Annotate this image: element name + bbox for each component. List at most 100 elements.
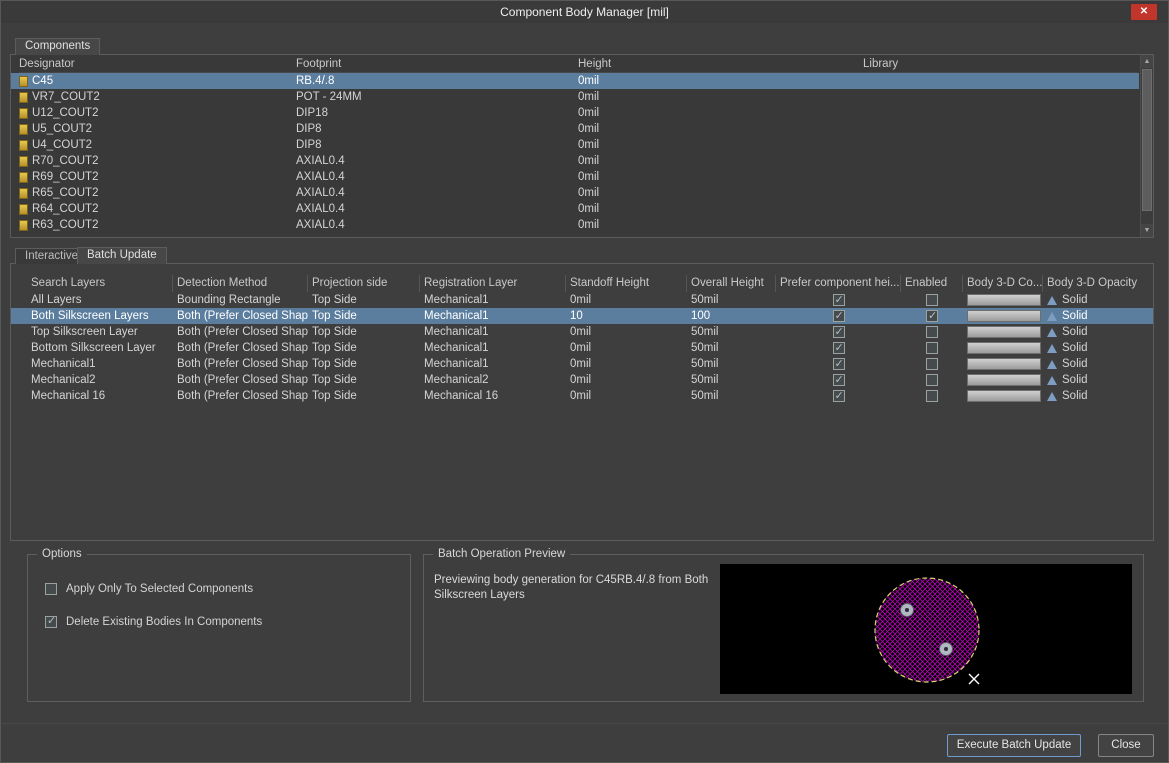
library-cell: [863, 121, 1139, 137]
designator-cell: C45: [19, 73, 296, 89]
prefer-height-cell: [776, 292, 901, 308]
overall-height-cell: 50mil: [687, 356, 776, 372]
components-panel: DesignatorFootprintHeightLibrary C45 RB.4…: [10, 54, 1154, 238]
component-row[interactable]: C45RB.4/.80mil: [11, 73, 1139, 89]
column-header[interactable]: Height: [578, 55, 863, 73]
component-row[interactable]: R63_COUT2AXIAL0.40mil: [11, 217, 1139, 233]
prefer-height-checkbox[interactable]: [833, 390, 845, 402]
opacity-value: Solid: [1062, 372, 1088, 388]
column-header[interactable]: Body 3-D Opacity: [1043, 275, 1145, 292]
column-header[interactable]: Registration Layer: [420, 275, 566, 292]
opacity-value: Solid: [1062, 308, 1088, 324]
enabled-checkbox[interactable]: [926, 342, 938, 354]
enabled-checkbox[interactable]: [926, 326, 938, 338]
footprint-cell: POT - 24MM: [296, 89, 578, 105]
prefer-height-checkbox[interactable]: [833, 294, 845, 306]
execute-batch-update-button[interactable]: Execute Batch Update: [947, 734, 1081, 757]
component-row[interactable]: R65_COUT2AXIAL0.40mil: [11, 185, 1139, 201]
batch-row[interactable]: Top Silkscreen LayerBoth (Prefer Closed …: [11, 324, 1153, 340]
column-header[interactable]: Enabled: [901, 275, 963, 292]
column-header[interactable]: Overall Height: [687, 275, 776, 292]
component-row[interactable]: R70_COUT2AXIAL0.40mil: [11, 153, 1139, 169]
body-opacity-cell[interactable]: Solid: [1043, 292, 1153, 308]
component-row[interactable]: R69_COUT2AXIAL0.40mil: [11, 169, 1139, 185]
scroll-down-icon[interactable]: [1141, 224, 1153, 237]
registration-layer-cell: Mechanical2: [420, 372, 566, 388]
component-row[interactable]: U4_COUT2DIP80mil: [11, 137, 1139, 153]
tab-interactive-label: Interactive: [25, 250, 78, 262]
tab-components[interactable]: Components: [15, 38, 100, 55]
designator-cell: U12_COUT2: [19, 105, 296, 121]
batch-row[interactable]: Both Silkscreen LayersBoth (Prefer Close…: [11, 308, 1153, 324]
scroll-up-icon[interactable]: [1141, 55, 1153, 68]
body-color-swatch[interactable]: [967, 310, 1041, 322]
body-opacity-cell[interactable]: Solid: [1043, 308, 1153, 324]
component-row[interactable]: U5_COUT2DIP80mil: [11, 121, 1139, 137]
body-color-cell: [963, 308, 1043, 324]
option-row[interactable]: Apply Only To Selected Components: [45, 582, 410, 596]
tab-batch-update[interactable]: Batch Update: [77, 247, 167, 264]
library-cell: [863, 105, 1139, 121]
column-header[interactable]: Body 3-D Co...: [963, 275, 1043, 292]
designator-text: C45: [32, 73, 53, 89]
column-header[interactable]: Search Layers: [27, 275, 173, 292]
option-row[interactable]: Delete Existing Bodies In Components: [45, 615, 410, 629]
close-button[interactable]: ✕: [1131, 4, 1157, 20]
component-icon: [19, 204, 28, 215]
component-row[interactable]: U12_COUT2DIP180mil: [11, 105, 1139, 121]
batch-row[interactable]: Mechanical 16Both (Prefer Closed ShapeTo…: [11, 388, 1153, 404]
designator-cell: R65_COUT2: [19, 185, 296, 201]
scrollbar-thumb[interactable]: [1142, 69, 1152, 211]
body-color-swatch[interactable]: [967, 294, 1041, 306]
prefer-height-checkbox[interactable]: [833, 342, 845, 354]
close-dialog-label: Close: [1111, 739, 1140, 751]
prefer-height-checkbox[interactable]: [833, 358, 845, 370]
batch-row[interactable]: Bottom Silkscreen LayerBoth (Prefer Clos…: [11, 340, 1153, 356]
prefer-height-checkbox[interactable]: [833, 310, 845, 322]
body-opacity-cell[interactable]: Solid: [1043, 340, 1153, 356]
footprint-cell: AXIAL0.4: [296, 185, 578, 201]
enabled-checkbox[interactable]: [926, 358, 938, 370]
option-checkbox[interactable]: [45, 616, 57, 628]
body-color-swatch[interactable]: [967, 390, 1041, 402]
enabled-checkbox[interactable]: [926, 310, 938, 322]
enabled-checkbox[interactable]: [926, 390, 938, 402]
batch-row[interactable]: Mechanical2Both (Prefer Closed ShapeTop …: [11, 372, 1153, 388]
column-header[interactable]: Designator: [19, 55, 296, 73]
enabled-checkbox[interactable]: [926, 294, 938, 306]
projection-side-cell: Top Side: [308, 388, 420, 404]
library-cell: [863, 201, 1139, 217]
component-row[interactable]: R64_COUT2AXIAL0.40mil: [11, 201, 1139, 217]
column-header[interactable]: Projection side: [308, 275, 420, 292]
height-cell: 0mil: [578, 89, 863, 105]
footprint-cell: RB.4/.8: [296, 73, 578, 89]
body-opacity-cell[interactable]: Solid: [1043, 372, 1153, 388]
column-header[interactable]: Prefer component hei...: [776, 275, 901, 292]
prefer-height-checkbox[interactable]: [833, 374, 845, 386]
registration-layer-cell: Mechanical1: [420, 340, 566, 356]
column-header[interactable]: Library: [863, 55, 1138, 73]
column-header[interactable]: Standoff Height: [566, 275, 687, 292]
close-dialog-button[interactable]: Close: [1098, 734, 1154, 757]
opacity-triangle-icon: [1047, 376, 1057, 385]
component-row[interactable]: VR7_COUT2POT - 24MM0mil: [11, 89, 1139, 105]
body-opacity-cell[interactable]: Solid: [1043, 388, 1153, 404]
enabled-checkbox[interactable]: [926, 374, 938, 386]
column-header[interactable]: Detection Method: [173, 275, 308, 292]
enabled-cell: [901, 292, 963, 308]
option-checkbox[interactable]: [45, 583, 57, 595]
overall-height-cell: 50mil: [687, 292, 776, 308]
batch-row[interactable]: All LayersBounding RectangleTop SideMech…: [11, 292, 1153, 308]
column-header[interactable]: Footprint: [296, 55, 578, 73]
body-color-swatch[interactable]: [967, 358, 1041, 370]
body-opacity-cell[interactable]: Solid: [1043, 356, 1153, 372]
enabled-cell: [901, 356, 963, 372]
body-color-swatch[interactable]: [967, 326, 1041, 338]
body-color-swatch[interactable]: [967, 342, 1041, 354]
body-opacity-cell[interactable]: Solid: [1043, 324, 1153, 340]
opacity-value: Solid: [1062, 324, 1088, 340]
body-color-swatch[interactable]: [967, 374, 1041, 386]
components-scrollbar[interactable]: [1140, 55, 1153, 237]
prefer-height-checkbox[interactable]: [833, 326, 845, 338]
batch-row[interactable]: Mechanical1Both (Prefer Closed ShapeTop …: [11, 356, 1153, 372]
